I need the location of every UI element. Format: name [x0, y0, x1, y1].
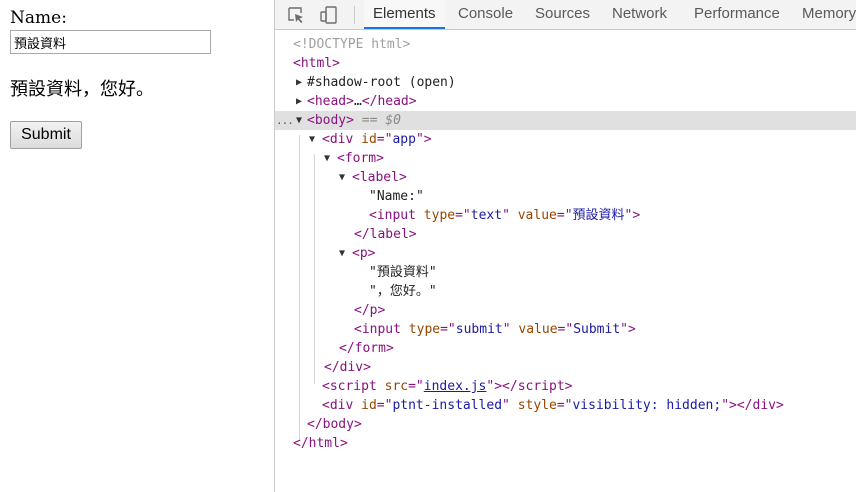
doctype-text: <!DOCTYPE html>: [293, 37, 411, 52]
label-text-node: "Name:": [369, 189, 424, 204]
div-close-tag: div: [339, 360, 364, 375]
tree-row-shadow-root[interactable]: ▶ #shadow-root (open): [275, 73, 856, 92]
id-value: app: [392, 132, 416, 147]
collapse-arrow-icon[interactable]: ▼: [324, 149, 336, 168]
devtools-toolbar: Elements Console Sources Network Perform…: [275, 0, 856, 30]
tree-row-script[interactable]: <script src="index.js"></script>: [275, 377, 856, 396]
html-tag: html: [300, 56, 333, 71]
name-label: Name:: [10, 8, 67, 28]
value-attr: value: [517, 208, 557, 223]
greeting-suffix: ，您好。: [82, 79, 154, 100]
head-close-tag: head: [377, 94, 409, 109]
page-preview: Name: 預設資料，您好。 Submit: [0, 0, 274, 492]
id-attr: id: [361, 132, 377, 147]
tab-performance[interactable]: Performance: [694, 0, 780, 29]
tab-memory[interactable]: Memory: [802, 0, 856, 29]
tree-row-div-installed[interactable]: <div id="ptnt-installed" style="visibili…: [275, 396, 856, 415]
id-attr: id: [361, 398, 377, 413]
script-close-tag: script: [517, 379, 565, 394]
tab-sources[interactable]: Sources: [535, 0, 590, 29]
tree-row-p-close[interactable]: </p>: [275, 301, 856, 320]
body-tag: body: [314, 113, 347, 128]
form-close-tag: form: [354, 341, 386, 356]
tree-row-text-1[interactable]: "預設資料": [275, 263, 856, 282]
tree-row-head[interactable]: ▶ <head>…</head>: [275, 92, 856, 111]
devtools-panel: Elements Console Sources Network Perform…: [275, 0, 856, 492]
body-close-tag: body: [322, 417, 354, 432]
tree-row-label[interactable]: ▼ <label>: [275, 168, 856, 187]
elements-tree: <!DOCTYPE html> <html> ▶ #shadow-root (o…: [275, 31, 856, 492]
style-attr: style: [517, 398, 557, 413]
style-value: visibility: hidden;: [572, 398, 722, 413]
collapse-arrow-icon[interactable]: ▼: [339, 244, 351, 263]
script-tag: script: [329, 379, 377, 394]
selected-node-marker: == $0: [361, 113, 401, 128]
greeting-name: 預設資料: [10, 79, 82, 100]
p-tag: p: [359, 246, 368, 261]
tree-row-div-close[interactable]: </div>: [275, 358, 856, 377]
tree-row-div-app[interactable]: ▼ <div id="app">: [275, 130, 856, 149]
collapse-arrow-icon[interactable]: ▼: [339, 168, 351, 187]
type-value: text: [470, 208, 503, 223]
script-src-link[interactable]: index.js: [424, 379, 487, 394]
tab-console[interactable]: Console: [458, 0, 513, 29]
head-tag: head: [314, 94, 347, 109]
tree-row-input-submit[interactable]: <input type="submit" value="Submit">: [275, 320, 856, 339]
device-toolbar-icon[interactable]: [319, 5, 339, 25]
div-tag: div: [329, 132, 354, 147]
more-actions-dots[interactable]: ...: [276, 111, 294, 130]
input-tag: input: [376, 208, 416, 223]
tab-network[interactable]: Network: [612, 0, 667, 29]
name-input[interactable]: [10, 30, 211, 54]
tree-row-form[interactable]: ▼ <form>: [275, 149, 856, 168]
p-text-node-1: "預設資料": [369, 265, 437, 280]
collapse-arrow-icon[interactable]: ▼: [309, 130, 321, 149]
greeting-text: 預設資料，您好。: [10, 78, 154, 102]
tree-row-text-2[interactable]: "，您好。": [275, 282, 856, 301]
type-attr: type: [423, 208, 456, 223]
div-tag: div: [329, 398, 354, 413]
screen: Name: 預設資料，您好。 Submit Elements: [0, 0, 856, 492]
tree-row-text-name[interactable]: "Name:": [275, 187, 856, 206]
tree-row-body[interactable]: ... ▼ <body> == $0: [275, 111, 856, 130]
tree-row-html-close[interactable]: </html>: [275, 434, 856, 453]
tree-row-label-close[interactable]: </label>: [275, 225, 856, 244]
value-attr: value: [518, 322, 558, 337]
tree-row-html[interactable]: <html>: [275, 54, 856, 73]
value-value: 預設資料: [572, 208, 625, 223]
value-value: Submit: [573, 322, 621, 337]
toolbar-divider: [354, 6, 355, 24]
submit-button[interactable]: Submit: [10, 121, 82, 149]
html-close-tag: html: [308, 436, 340, 451]
head-ellipsis: …: [353, 94, 362, 109]
tree-row-body-close[interactable]: </body>: [275, 415, 856, 434]
p-text-node-2: "，您好。": [369, 284, 437, 299]
inspect-element-icon[interactable]: [286, 5, 306, 25]
label-close-tag: label: [369, 227, 409, 242]
type-attr: type: [408, 322, 441, 337]
tree-row-doctype[interactable]: <!DOCTYPE html>: [275, 35, 856, 54]
type-value: submit: [455, 322, 503, 337]
src-attr: src: [384, 379, 409, 394]
tree-row-form-close[interactable]: </form>: [275, 339, 856, 358]
div-close-tag: div: [752, 398, 776, 413]
tab-elements[interactable]: Elements: [364, 0, 445, 29]
tree-row-input-text[interactable]: <input type="text" value="預設資料">: [275, 206, 856, 225]
id-value: ptnt-installed: [392, 398, 503, 413]
label-tag: label: [359, 170, 399, 185]
tree-row-p[interactable]: ▼ <p>: [275, 244, 856, 263]
shadow-root-text: #shadow-root (open): [307, 75, 456, 90]
form-tag: form: [344, 151, 377, 166]
input-tag: input: [361, 322, 401, 337]
